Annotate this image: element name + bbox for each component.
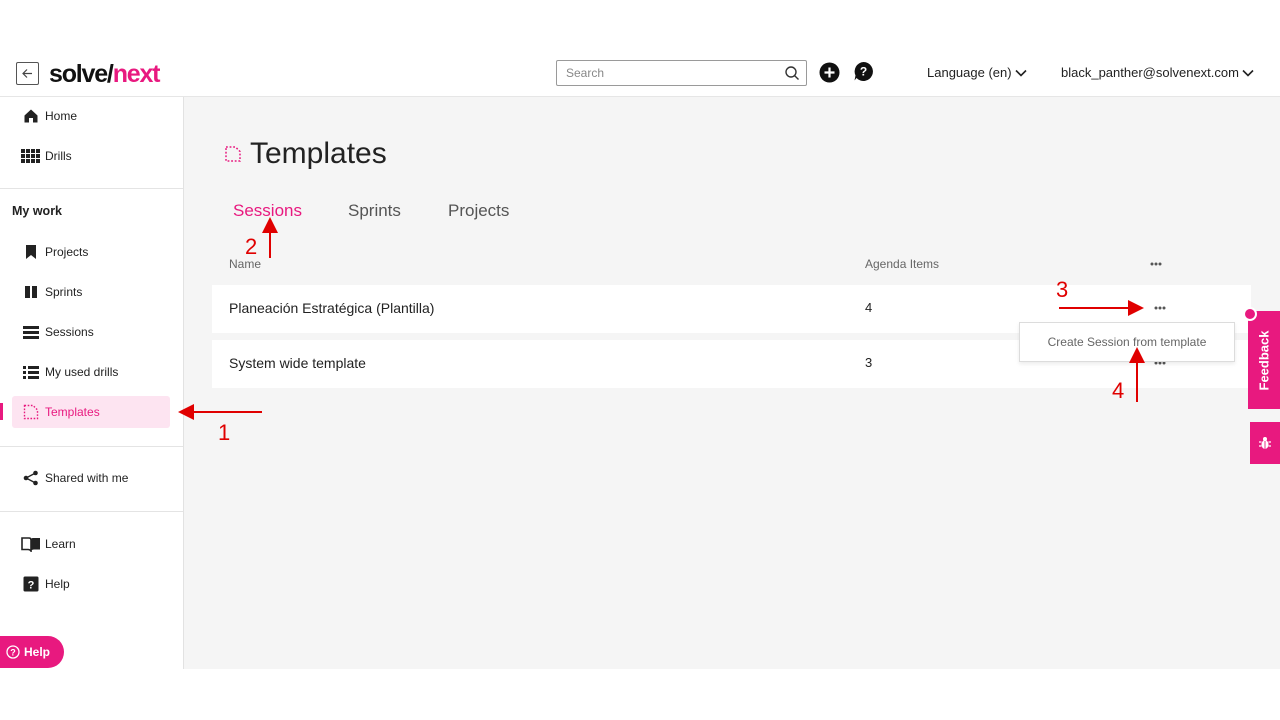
section-label-my-work: My work — [12, 204, 63, 218]
sidebar-divider — [0, 446, 183, 447]
logo-text-next: next — [112, 60, 161, 88]
language-label: Language (en) — [927, 65, 1012, 80]
sidebar-item-label: Shared with me — [45, 471, 129, 485]
user-email: black_panther@solvenext.com — [1061, 65, 1239, 80]
more-options-icon[interactable] — [1154, 305, 1166, 311]
annotation-label-2: 2 — [245, 234, 258, 259]
chevron-down-icon — [1015, 69, 1027, 77]
help-widget-label: Help — [24, 645, 51, 659]
top-bar: solve/next ? Language (en) black_panther… — [0, 48, 1280, 97]
row-name: System wide template — [229, 355, 366, 371]
user-menu[interactable]: black_panther@solvenext.com — [1061, 65, 1254, 80]
context-menu-item-label: Create Session from template — [1047, 335, 1207, 349]
sidebar-item-label: Drills — [45, 149, 72, 163]
tab-sessions[interactable]: Sessions — [233, 201, 302, 221]
svg-text:?: ? — [28, 580, 35, 592]
grid-icon — [21, 146, 41, 166]
sidebar-item-label: Home — [45, 109, 78, 123]
bullet-list-icon — [21, 362, 41, 382]
sidebar-item-projects[interactable]: Projects — [12, 236, 170, 268]
back-arrow-icon[interactable] — [16, 62, 39, 85]
help-square-icon: ? — [21, 574, 41, 594]
question-circle-icon: ? — [6, 645, 20, 659]
sidebar-item-sprints[interactable]: Sprints — [12, 276, 170, 308]
sidebar-item-learn[interactable]: Learn — [12, 528, 170, 560]
row-name: Planeación Estratégica (Plantilla) — [229, 300, 435, 316]
tab-sprints[interactable]: Sprints — [348, 201, 401, 221]
sidebar-divider — [0, 188, 183, 189]
search-input[interactable] — [557, 61, 777, 85]
help-widget-button[interactable]: ? Help — [0, 636, 64, 668]
sidebar: Home Drills My work Projects Sprints Ses… — [0, 97, 184, 669]
logo-text-solve: solve/ — [49, 60, 114, 88]
row-agenda-count: 3 — [865, 355, 873, 370]
columns-icon — [21, 282, 41, 302]
row-agenda-count: 4 — [865, 300, 873, 315]
sidebar-item-label: Templates — [45, 405, 100, 419]
bookmark-icon — [21, 242, 41, 262]
sidebar-item-label: Learn — [45, 537, 76, 551]
context-menu-create-session[interactable]: Create Session from template — [1019, 322, 1235, 362]
sidebar-item-label: Sessions — [45, 325, 94, 339]
sidebar-item-shared-with-me[interactable]: Shared with me — [12, 462, 170, 494]
search-box — [556, 60, 807, 86]
add-icon[interactable] — [819, 62, 840, 83]
bug-report-icon[interactable] — [1250, 422, 1280, 464]
home-icon — [21, 106, 41, 126]
sidebar-item-sessions[interactable]: Sessions — [12, 316, 170, 348]
svg-text:?: ? — [860, 65, 867, 79]
sidebar-item-label: Sprints — [45, 285, 83, 299]
sidebar-item-home[interactable]: Home — [12, 100, 170, 132]
help-question-icon[interactable]: ? — [853, 61, 874, 82]
active-indicator — [0, 403, 3, 420]
sidebar-item-label: My used drills — [45, 365, 119, 379]
sidebar-item-drills[interactable]: Drills — [12, 140, 170, 172]
page-title: Templates — [224, 137, 387, 171]
page-title-text: Templates — [250, 137, 387, 170]
template-icon — [21, 402, 41, 422]
annotation-label-1: 1 — [218, 420, 231, 445]
tab-projects[interactable]: Projects — [448, 201, 509, 221]
feedback-badge — [1243, 307, 1257, 321]
feedback-label: Feedback — [1256, 330, 1272, 390]
svg-text:?: ? — [10, 648, 16, 658]
logo[interactable]: solve/next — [49, 60, 161, 89]
sidebar-item-help[interactable]: ? Help — [12, 568, 170, 600]
book-icon — [21, 534, 41, 554]
language-selector[interactable]: Language (en) — [927, 65, 1027, 80]
share-icon — [21, 468, 41, 488]
more-options-icon[interactable] — [1150, 261, 1162, 267]
list-icon — [21, 322, 41, 342]
annotation-label-3: 3 — [1056, 277, 1069, 302]
sidebar-item-label: Help — [45, 577, 70, 591]
sidebar-divider — [0, 511, 183, 512]
chevron-down-icon — [1242, 69, 1254, 77]
sidebar-item-templates[interactable]: Templates — [12, 396, 170, 428]
sidebar-item-label: Projects — [45, 245, 89, 259]
column-header-agenda-items[interactable]: Agenda Items — [865, 257, 939, 271]
sidebar-item-my-used-drills[interactable]: My used drills — [12, 356, 170, 388]
annotation-label-4: 4 — [1112, 378, 1125, 403]
feedback-tab[interactable]: Feedback — [1248, 311, 1280, 409]
search-icon[interactable] — [784, 65, 800, 81]
template-icon — [225, 146, 241, 162]
